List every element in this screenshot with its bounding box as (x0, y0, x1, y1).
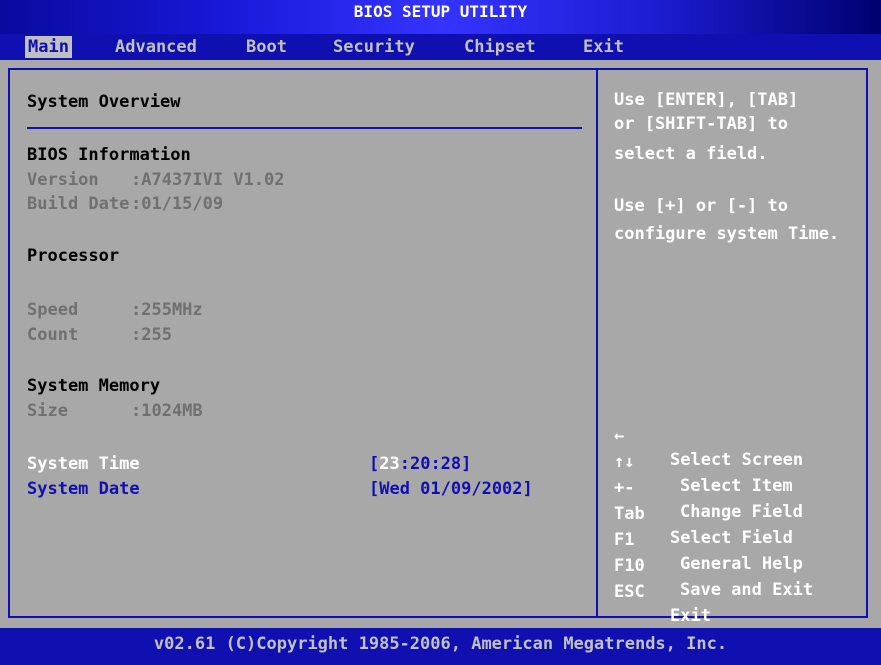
help-line-3: select a field. (614, 144, 768, 164)
memory-size-value: :1024MB (131, 401, 203, 421)
title-bar: BIOS SETUP UTILITY (0, 0, 881, 34)
tab-advanced[interactable]: Advanced (112, 36, 200, 58)
tab-security[interactable]: Security (330, 36, 418, 58)
key-help-exit: ESC Exit (614, 556, 854, 626)
key-help-change-field: +- Change Field (614, 452, 854, 522)
time-minutes-seconds: :20:28] (399, 454, 472, 474)
count-label: Count (27, 325, 79, 345)
menu-bar: Main Advanced Boot Security Chipset Exit (0, 34, 881, 60)
build-date-label: Build Date (27, 194, 130, 214)
copyright-text: v02.61 (C)Copyright 1985-2006, American … (153, 634, 728, 654)
system-time-label[interactable]: System Time (27, 452, 140, 476)
bios-info-heading: BIOS Information (27, 145, 191, 165)
tab-main[interactable]: Main (25, 36, 72, 58)
overview-divider (27, 127, 582, 129)
time-bracket: [ (369, 454, 380, 474)
panel-divider (596, 70, 598, 616)
help-line-5: configure system Time. (614, 224, 840, 244)
version-label: Version (27, 170, 99, 190)
system-time-field[interactable]: [23:20:28] (369, 452, 471, 476)
time-hours-selected[interactable]: 23 (379, 454, 399, 474)
tab-chipset[interactable]: Chipset (461, 36, 539, 58)
help-line-4: Use [+] or [-] to (614, 196, 788, 216)
memory-size-label: Size (27, 401, 68, 421)
version-value: :A7437IVI V1.02 (131, 170, 285, 190)
app-title: BIOS SETUP UTILITY (353, 2, 528, 21)
count-value: :255 (131, 325, 172, 345)
key-help-select-screen: ← Select Screen (614, 400, 854, 470)
key-help-select-item: ↑↓ Select Item (614, 426, 854, 496)
help-line-1: Use [ENTER], [TAB] (614, 90, 799, 110)
build-date-value: :01/15/09 (131, 194, 224, 214)
system-memory-heading: System Memory (27, 376, 161, 396)
system-date-label[interactable]: System Date (27, 477, 140, 501)
key-desc: Save and Exit (680, 580, 814, 600)
speed-label: Speed (27, 300, 79, 320)
help-line-2: or [SHIFT-TAB] to (614, 114, 788, 134)
system-overview-heading: System Overview (27, 92, 181, 112)
tab-exit[interactable]: Exit (580, 36, 627, 58)
system-date-value[interactable]: [Wed 01/09/2002] (369, 477, 533, 501)
processor-heading: Processor (27, 246, 120, 266)
footer-bar: v02.61 (C)Copyright 1985-2006, American … (0, 628, 881, 665)
speed-value: :255MHz (131, 300, 203, 320)
key-help-general-help: F1 General Help (614, 504, 854, 574)
tab-boot[interactable]: Boot (243, 36, 290, 58)
key-desc: Exit (670, 606, 711, 626)
key-help-select-field: Tab Select Field (614, 478, 854, 548)
key-help-save-exit: F10 Save and Exit (614, 530, 854, 600)
esc-key: ESC (614, 582, 645, 602)
